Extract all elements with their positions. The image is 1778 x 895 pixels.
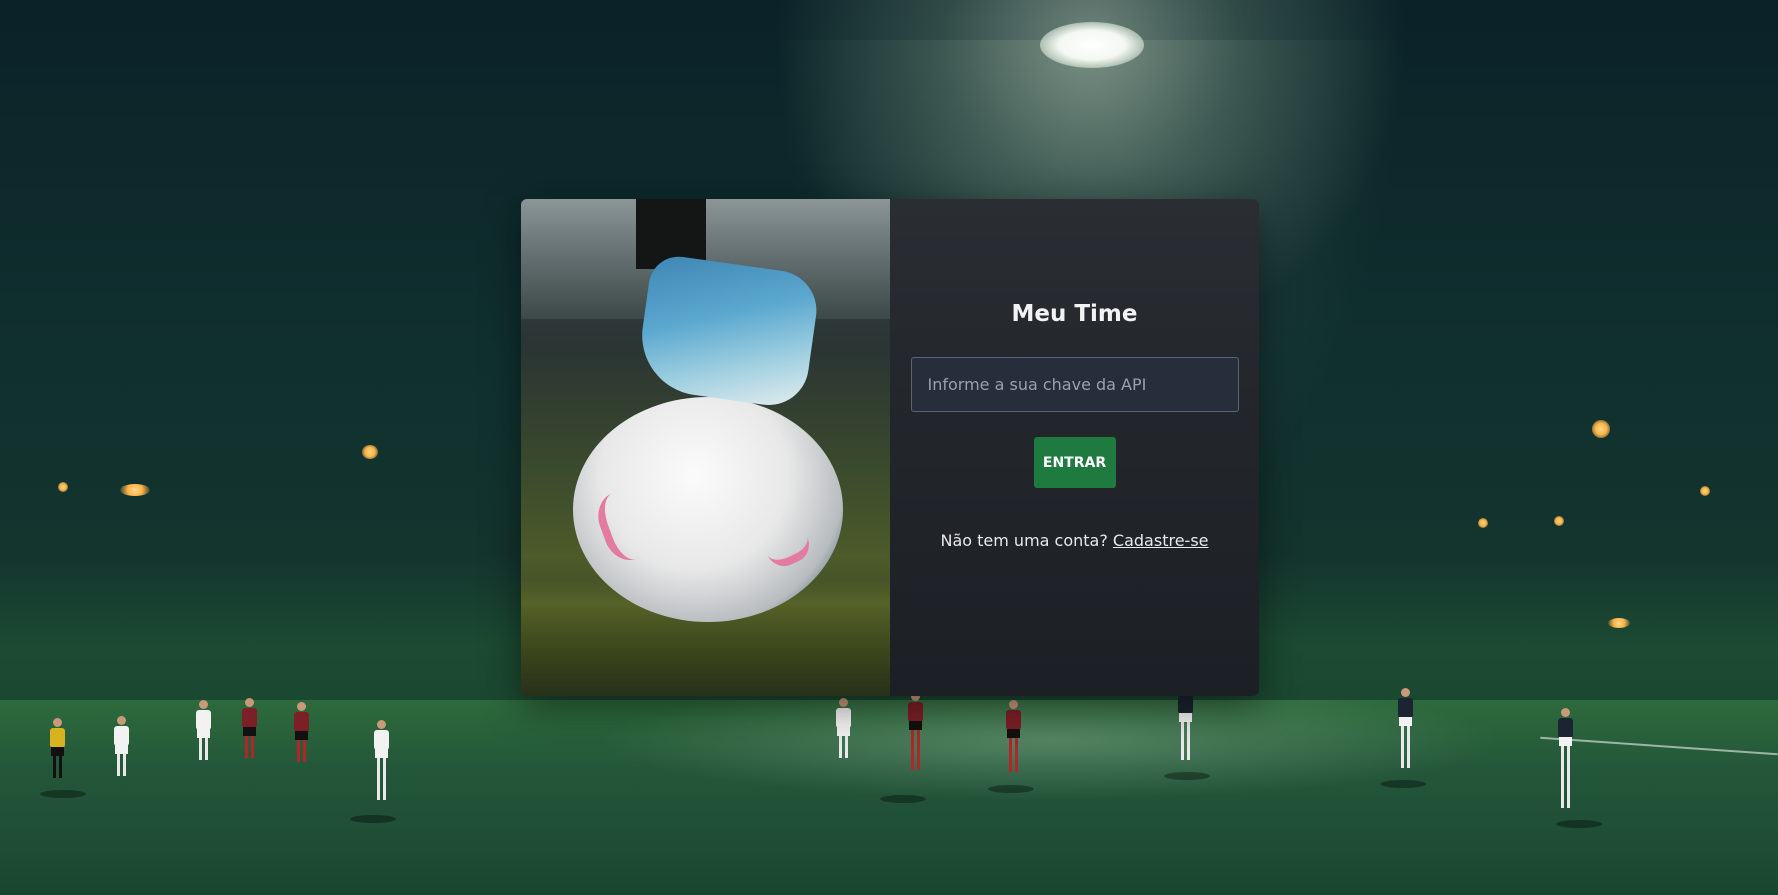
player-red	[906, 692, 924, 772]
player-shadow	[1380, 780, 1426, 788]
player-shadow	[350, 815, 396, 823]
player-shorts	[51, 747, 64, 756]
player-red	[292, 702, 310, 764]
player-shorts	[909, 721, 922, 730]
enter-button[interactable]: ENTRAR	[1033, 437, 1116, 488]
player-shorts	[1179, 713, 1192, 722]
player-white	[112, 716, 130, 778]
player-referee	[48, 718, 66, 780]
player-shadow	[988, 785, 1034, 793]
player-white	[194, 700, 212, 762]
player-white	[1556, 708, 1574, 820]
signup-prompt: Não tem uma conta?	[940, 531, 1113, 550]
player-shirt	[50, 728, 65, 748]
player-legs	[199, 738, 208, 760]
player-legs	[53, 756, 62, 778]
player-shorts	[1399, 717, 1412, 726]
player-shirt	[1178, 694, 1193, 714]
signup-link[interactable]: Cadastre-se	[1113, 531, 1209, 550]
player-shorts	[1559, 737, 1572, 746]
app-title: Meu Time	[1011, 301, 1138, 327]
player-shirt	[836, 708, 851, 728]
player-shorts	[115, 745, 128, 754]
player-shadow	[1556, 820, 1602, 828]
player-shadow	[40, 790, 86, 798]
player-shirt	[114, 726, 129, 746]
player-white	[834, 698, 852, 760]
player-legs	[117, 754, 126, 776]
background-light-dot	[1700, 486, 1710, 496]
player-legs	[377, 758, 386, 800]
player-head	[1009, 700, 1018, 709]
background-light-dot	[58, 482, 68, 492]
player-shirt	[1558, 718, 1573, 738]
login-page: Meu Time ENTRAR Não tem uma conta? Cadas…	[0, 0, 1778, 895]
login-card: Meu Time ENTRAR Não tem uma conta? Cadas…	[521, 199, 1259, 696]
background-light-dot	[362, 445, 378, 459]
api-key-input[interactable]	[910, 357, 1239, 412]
player-legs	[911, 730, 920, 770]
player-legs	[297, 740, 306, 762]
soccer-cleat-icon	[634, 252, 822, 411]
player-head	[117, 716, 126, 725]
player-head	[297, 702, 306, 711]
player-shadow	[880, 795, 926, 803]
player-head	[199, 700, 208, 709]
player-head	[1401, 688, 1410, 697]
player-head	[377, 720, 386, 729]
player-shorts	[1007, 729, 1020, 738]
player-shorts	[197, 729, 210, 738]
background-light-dot	[1608, 618, 1630, 628]
player-shorts	[243, 727, 256, 736]
hero-photo	[521, 199, 890, 696]
player-shorts	[837, 727, 850, 736]
player-shirt	[196, 710, 211, 730]
player-legs	[839, 736, 848, 758]
background-light-dot	[120, 484, 150, 496]
player-head	[245, 698, 254, 707]
player-shirt	[242, 708, 257, 728]
player-shirt	[294, 712, 309, 732]
player-shirt	[1398, 698, 1413, 718]
player-legs	[245, 736, 254, 758]
signup-row: Não tem uma conta? Cadastre-se	[940, 531, 1208, 550]
background-light-dot	[1478, 518, 1488, 528]
player-white	[1396, 688, 1414, 770]
player-legs	[1181, 722, 1190, 760]
player-red	[1004, 700, 1022, 774]
player-legs	[1009, 738, 1018, 772]
player-shorts	[295, 731, 308, 740]
player-shirt	[908, 702, 923, 722]
player-legs	[1561, 746, 1570, 808]
login-form-panel: Meu Time ENTRAR Não tem uma conta? Cadas…	[890, 199, 1259, 696]
player-shadow	[1164, 772, 1210, 780]
soccer-ball-icon	[573, 397, 843, 622]
player-shirt	[374, 730, 389, 750]
player-legs	[1401, 726, 1410, 768]
background-light-dot	[1592, 420, 1610, 438]
player-head	[839, 698, 848, 707]
field-light-glow	[600, 700, 1500, 820]
player-head	[1561, 708, 1570, 717]
player-white	[372, 720, 390, 802]
player-shirt	[1006, 710, 1021, 730]
player-shorts	[375, 749, 388, 758]
player-red	[240, 698, 258, 760]
stadium-light-icon	[1040, 22, 1144, 68]
background-light-dot	[1554, 516, 1564, 526]
player-head	[53, 718, 62, 727]
